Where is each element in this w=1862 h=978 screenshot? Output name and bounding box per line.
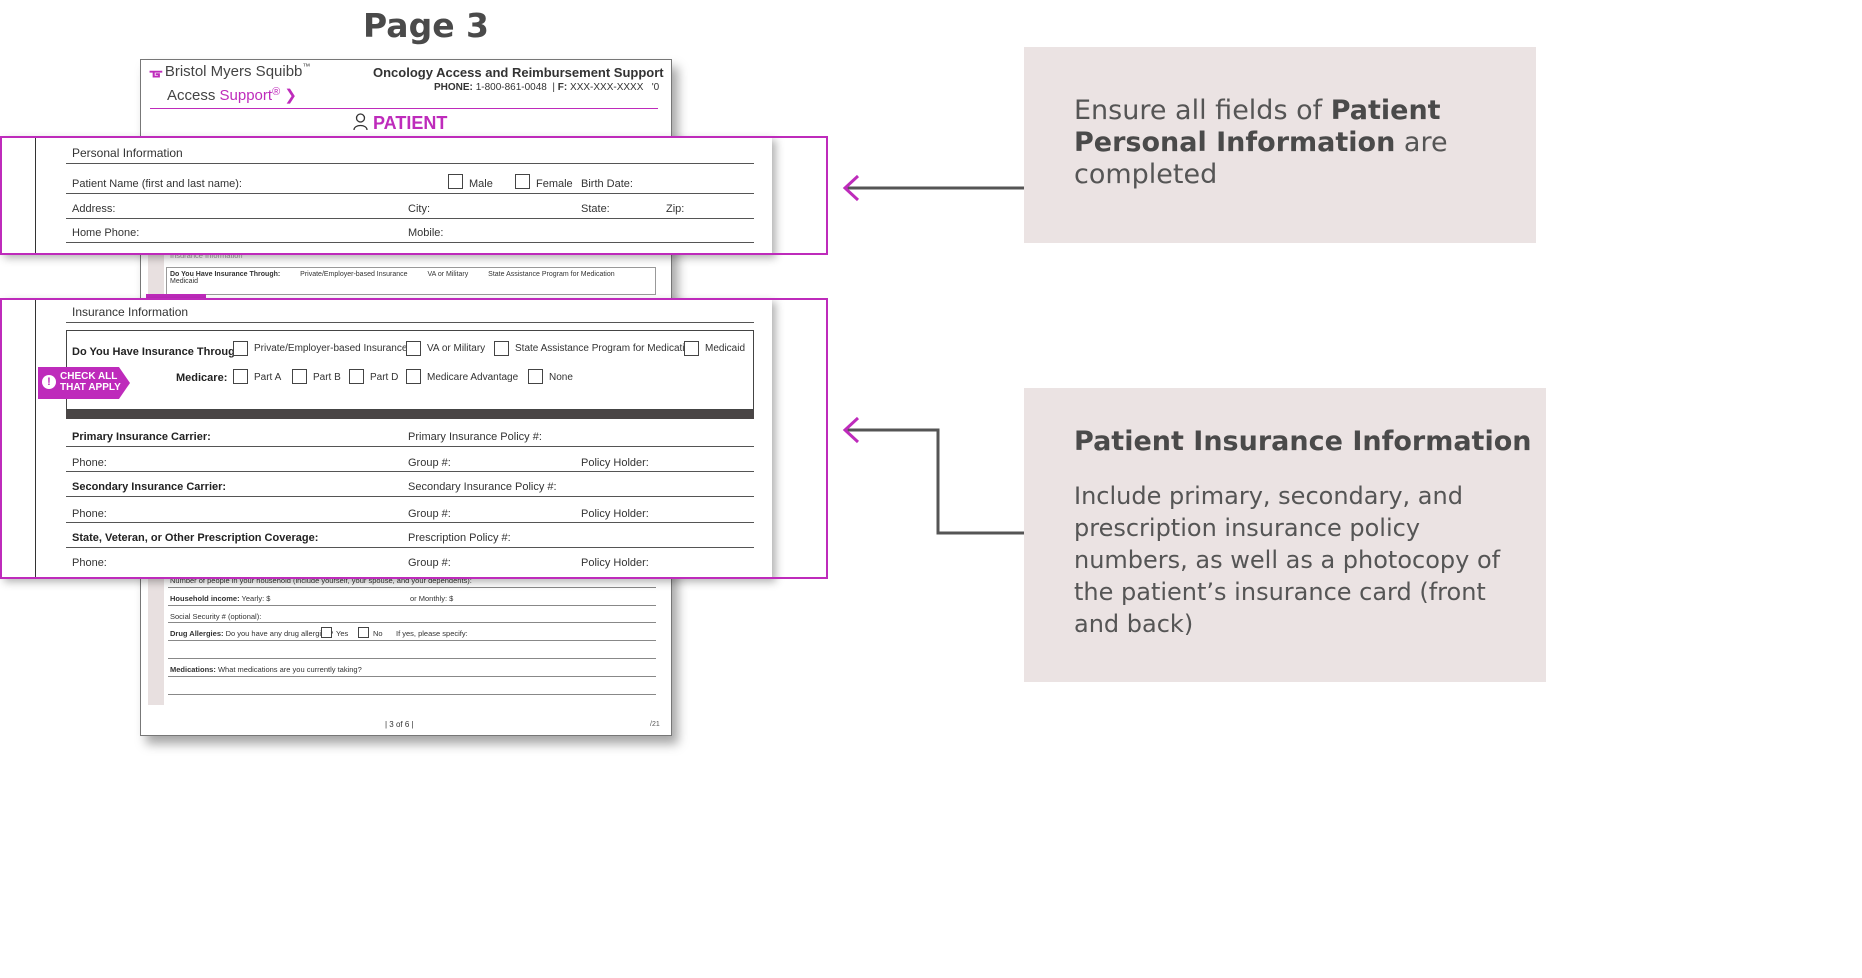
bg-ins-option: Medicaid xyxy=(170,278,199,285)
person-icon xyxy=(353,113,368,131)
access-word: Support xyxy=(219,87,273,104)
bg-allergies-label: Drug Allergies: xyxy=(170,629,224,638)
bg-medications-label: Medications: xyxy=(170,665,216,674)
access-support-logo: Access Support® ❯ xyxy=(167,86,297,104)
fax-value: XXX-XXX-XXXX xyxy=(570,82,644,93)
personal-info-callout-text: Ensure all fields of Patient Personal In… xyxy=(1074,95,1504,191)
header-divider xyxy=(150,108,658,109)
phone-value: 1-800-861-0048 xyxy=(475,82,547,93)
chevron-right-icon: ® xyxy=(272,86,281,98)
bg-ins-option: VA or Military xyxy=(427,271,469,278)
bms-hand-icon: ᚗ xyxy=(150,63,162,80)
bg-ssn: Social Security # (optional): xyxy=(170,612,262,621)
bg-ins-label: Do You Have Insurance Through: xyxy=(170,271,281,278)
bms-logo: ᚗ Bristol Myers Squibb™ xyxy=(150,62,310,80)
page-title: Page 3 xyxy=(363,6,490,45)
arrow-left-icon xyxy=(842,416,1024,535)
personal-info-callout: Ensure all fields of Patient Personal In… xyxy=(1024,47,1536,243)
program-title: Oncology Access and Reimbursement Suppor… xyxy=(373,65,664,80)
contact-line: PHONE: 1-800-861-0048 | F: XXX-XXX-XXXX … xyxy=(434,82,660,93)
bg-rule xyxy=(168,658,656,659)
bg-rule xyxy=(168,587,656,588)
patient-section-heading: PATIENT xyxy=(353,113,447,134)
callout-text-pre: Ensure all fields of xyxy=(1074,95,1331,126)
page-number: | 3 of 6 | xyxy=(385,720,414,729)
bg-yes-checkbox xyxy=(321,627,332,638)
bg-no: No xyxy=(373,629,383,638)
bg-yearly: Yearly: $ xyxy=(241,594,271,603)
chevron-icon: ❯ xyxy=(280,87,297,104)
phone-tail: '0 xyxy=(651,82,660,93)
bg-specify: If yes, please specify: xyxy=(396,629,468,638)
bg-yes: Yes xyxy=(336,629,349,638)
insurance-callout-heading: Patient Insurance Information xyxy=(1074,426,1532,457)
bg-ins-option: State Assistance Program for Medication xyxy=(488,271,615,278)
bg-rule xyxy=(168,694,656,695)
bg-rule xyxy=(168,622,656,623)
bg-allergies-question: Do you have any drug allergies? xyxy=(225,629,334,638)
access-prefix: Access xyxy=(167,87,220,104)
bg-medications: Medications: What medications are you cu… xyxy=(170,665,362,674)
patient-label: PATIENT xyxy=(373,113,448,133)
bg-household-income: Household income: Yearly: $ xyxy=(170,594,270,603)
bg-rule xyxy=(168,605,656,606)
arrow-left-icon xyxy=(842,174,1024,202)
personal-info-highlight xyxy=(0,136,828,255)
insurance-info-highlight xyxy=(0,298,828,579)
brand-name: Bristol Myers Squibb xyxy=(164,63,303,80)
revision-code: /21 xyxy=(650,721,660,728)
bg-monthly: or Monthly: $ xyxy=(410,594,454,603)
bg-insurance-box: Do You Have Insurance Through: Private/E… xyxy=(166,267,656,295)
fax-label: F: xyxy=(557,82,568,93)
brand-mark: ™ xyxy=(302,62,311,71)
bg-income-label: Household income: xyxy=(170,594,240,603)
bg-allergies: Drug Allergies: Do you have any drug all… xyxy=(170,629,333,638)
bg-ins-option: Private/Employer-based Insurance xyxy=(300,271,408,278)
insurance-callout-body: Include primary, secondary, and prescrip… xyxy=(1074,482,1501,638)
bg-no-checkbox xyxy=(358,627,369,638)
bg-rule xyxy=(168,640,656,641)
connector-arrows xyxy=(842,174,1024,535)
bg-medications-question: What medications are you currently takin… xyxy=(217,665,362,674)
insurance-info-callout: Patient Insurance Information Include pr… xyxy=(1024,388,1546,682)
bg-rule xyxy=(168,676,656,677)
phone-label: PHONE: xyxy=(434,82,473,93)
